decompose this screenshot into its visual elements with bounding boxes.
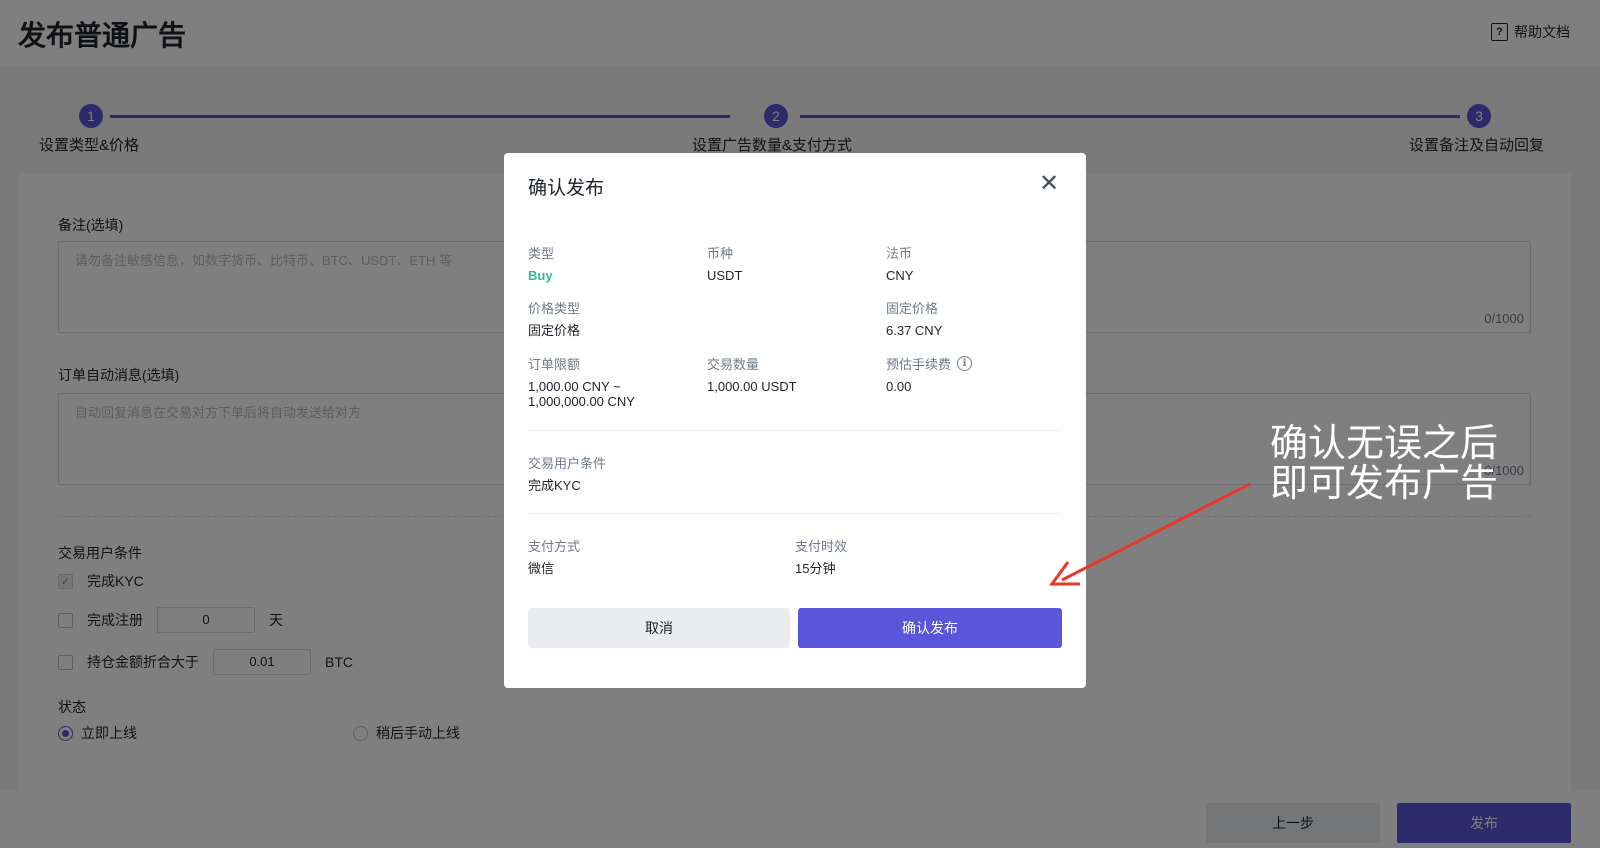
annotation-text: 确认无误之后 即可发布广告 xyxy=(1270,424,1498,504)
trade-amount-label: 交易数量 xyxy=(707,357,760,372)
est-fee-field: 预估手续费 i 0.00 xyxy=(886,354,973,394)
type-field: 类型 Buy xyxy=(528,243,554,283)
fiat-field: 法币 CNY xyxy=(886,243,913,283)
payment-method-field: 支付方式 微信 xyxy=(528,536,580,576)
user-condition-label: 交易用户条件 xyxy=(528,456,607,471)
price-type-value: 固定价格 xyxy=(528,323,581,338)
price-type-label: 价格类型 xyxy=(528,301,581,316)
order-limit-min: 1,000.00 CNY ~ xyxy=(528,379,621,394)
payment-time-value: 15分钟 xyxy=(795,561,836,576)
est-fee-label-row: 预估手续费 i xyxy=(886,354,973,373)
coin-label: 币种 xyxy=(707,246,734,261)
trade-amount-field: 交易数量 1,000.00 USDT xyxy=(707,354,797,394)
fixed-price-field: 固定价格 6.37 CNY xyxy=(886,298,942,338)
cancel-button[interactable]: 取消 xyxy=(528,608,790,648)
payment-method-label: 支付方式 xyxy=(528,539,581,554)
price-type-field: 价格类型 固定价格 xyxy=(528,298,580,338)
modal-title: 确认发布 xyxy=(528,178,605,199)
user-condition-value: 完成KYC xyxy=(528,478,581,493)
close-icon[interactable]: ✕ xyxy=(1038,172,1060,196)
modal-divider-1 xyxy=(528,430,1062,431)
annotation-line-2: 即可发布广告 xyxy=(1270,463,1499,505)
type-value: Buy xyxy=(528,268,553,283)
payment-time-label: 支付时效 xyxy=(795,539,848,554)
annotation-line-1: 确认无误之后 xyxy=(1270,423,1499,465)
order-limit-max: 1,000,000.00 CNY xyxy=(528,394,635,409)
coin-value: USDT xyxy=(707,268,743,283)
fiat-value: CNY xyxy=(886,268,914,283)
confirm-publish-dialog: 确认发布 ✕ 类型 Buy 币种 USDT 法币 CNY 价格类型 固定价格 固… xyxy=(504,153,1086,688)
fixed-price-value: 6.37 CNY xyxy=(886,323,943,338)
fiat-label: 法币 xyxy=(886,246,913,261)
order-limit-field: 订单限额 1,000.00 CNY ~ 1,000,000.00 CNY xyxy=(528,354,635,409)
est-fee-label: 预估手续费 xyxy=(886,357,952,372)
modal-divider-2 xyxy=(528,513,1062,514)
trade-amount-value: 1,000.00 USDT xyxy=(707,379,797,394)
order-limit-label: 订单限额 xyxy=(528,357,581,372)
info-icon[interactable]: i xyxy=(957,356,973,371)
payment-time-field: 支付时效 15分钟 xyxy=(795,536,847,576)
user-condition-field: 交易用户条件 完成KYC xyxy=(528,453,606,493)
fixed-price-label: 固定价格 xyxy=(886,301,939,316)
est-fee-value: 0.00 xyxy=(886,379,912,394)
coin-field: 币种 USDT xyxy=(707,243,742,283)
type-label: 类型 xyxy=(528,246,555,261)
confirm-publish-button[interactable]: 确认发布 xyxy=(798,608,1062,648)
payment-method-value: 微信 xyxy=(528,561,555,576)
